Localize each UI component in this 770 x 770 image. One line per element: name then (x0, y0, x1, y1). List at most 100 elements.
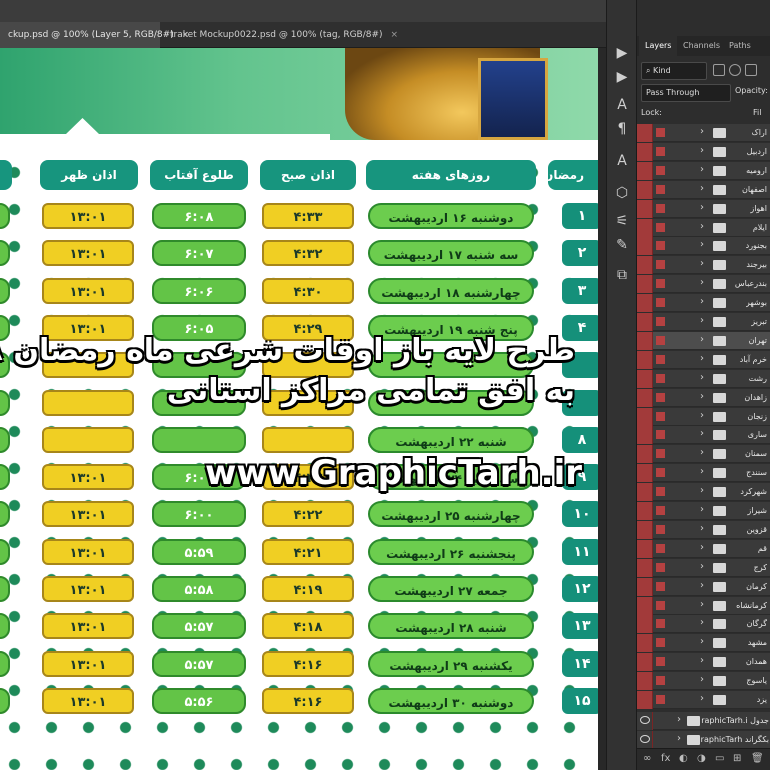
chevron-right-icon[interactable]: › (700, 447, 704, 458)
layer-row[interactable]: › مشهد (637, 634, 770, 653)
chevron-right-icon[interactable]: › (700, 410, 704, 421)
layer-row[interactable]: › ساری (637, 426, 770, 445)
visibility-toggle[interactable] (637, 275, 653, 294)
filter-type-icon[interactable] (745, 64, 757, 76)
document-canvas[interactable]: غر اذان ظهر طلوع آفتاب اذان صبح روزهای ه… (0, 48, 598, 770)
trash-icon[interactable]: 🗑 (751, 753, 764, 764)
visibility-toggle[interactable] (637, 218, 653, 237)
visibility-toggle[interactable] (637, 294, 653, 313)
paragraph-icon[interactable]: ¶ (613, 120, 631, 138)
visibility-toggle[interactable] (637, 256, 653, 275)
chevron-right-icon[interactable]: › (700, 277, 704, 288)
tab-traket-mockup[interactable]: traket Mockup0022.psd @ 100% (tag, RGB/8… (162, 22, 398, 48)
layer-row[interactable]: › گرگان (637, 615, 770, 634)
layer-row[interactable]: › ارومیه (637, 161, 770, 180)
tab-layers[interactable]: Layers (639, 36, 678, 56)
layer-row[interactable]: › کرمانشاه (637, 596, 770, 615)
chevron-right-icon[interactable]: › (700, 485, 704, 496)
filter-adjustment-icon[interactable] (729, 64, 741, 76)
chevron-right-icon[interactable]: › (700, 315, 704, 326)
visibility-toggle[interactable] (637, 615, 653, 634)
layer-row[interactable]: › اراک (637, 124, 770, 142)
layer-row[interactable]: › بیرجند (637, 256, 770, 275)
chevron-right-icon[interactable]: › (700, 221, 704, 232)
chevron-right-icon[interactable]: › (700, 239, 704, 250)
chevron-right-icon[interactable]: › (700, 542, 704, 553)
visibility-toggle[interactable] (637, 369, 653, 388)
visibility-toggle[interactable] (637, 502, 653, 520)
visibility-toggle[interactable] (637, 331, 653, 350)
visibility-toggle[interactable] (637, 180, 653, 199)
blend-mode-select[interactable]: Pass Through (641, 84, 731, 102)
expand-arrow-icon[interactable]: ▶ (613, 44, 631, 62)
chevron-right-icon[interactable]: › (700, 617, 704, 628)
visibility-toggle[interactable] (637, 199, 653, 218)
visibility-toggle[interactable] (637, 634, 653, 653)
chevron-right-icon[interactable]: › (700, 655, 704, 666)
visibility-toggle[interactable] (637, 124, 653, 142)
layer-row[interactable]: › بندرعباس (637, 275, 770, 294)
visibility-toggle[interactable] (637, 426, 653, 445)
adjustment-icon[interactable]: ◑ (697, 753, 706, 764)
visibility-toggle[interactable] (637, 712, 653, 730)
layer-row[interactable]: › تبریز (637, 313, 770, 331)
brush-icon[interactable]: ✎ (613, 236, 631, 254)
visibility-toggle[interactable] (637, 161, 653, 180)
layer-row[interactable]: › خرم آباد (637, 350, 770, 369)
layer-row[interactable]: › همدان (637, 653, 770, 672)
chevron-right-icon[interactable]: › (700, 372, 704, 383)
visibility-toggle[interactable] (637, 313, 653, 331)
group-icon[interactable]: ▭ (715, 753, 724, 764)
link-icon[interactable]: ∞ (643, 753, 651, 764)
visibility-toggle[interactable] (637, 142, 653, 161)
chevron-right-icon[interactable]: › (700, 561, 704, 572)
chevron-right-icon[interactable]: › (700, 183, 704, 194)
layer-row[interactable]: › یزد (637, 691, 770, 709)
visibility-toggle[interactable] (637, 653, 653, 672)
chevron-right-icon[interactable]: › (700, 466, 704, 477)
layer-row[interactable]: › زنجان (637, 407, 770, 426)
layer-row[interactable]: › یاسوج (637, 672, 770, 691)
visibility-toggle[interactable] (637, 596, 653, 615)
close-icon[interactable]: × (391, 30, 399, 40)
chevron-right-icon[interactable]: › (700, 202, 704, 213)
adjust-icon[interactable]: ⚟ (613, 212, 631, 230)
chevron-right-icon[interactable]: › (700, 391, 704, 402)
cube-icon[interactable]: ⬡ (613, 184, 631, 202)
layer-row[interactable]: › سنندج (637, 464, 770, 483)
new-layer-icon[interactable]: ⊞ (733, 753, 741, 764)
layer-row[interactable]: › بکگراند GraphicTarh (637, 731, 770, 749)
layer-row[interactable]: › زاهدان (637, 388, 770, 407)
chevron-right-icon[interactable]: › (700, 126, 704, 137)
layer-row[interactable]: › کرج (637, 558, 770, 577)
chevron-right-icon[interactable]: › (700, 599, 704, 610)
tab-channels[interactable]: Channels (683, 36, 720, 56)
layer-row[interactable]: › اصفهان (637, 180, 770, 199)
fx-icon[interactable]: fx (661, 753, 670, 764)
visibility-toggle[interactable] (637, 464, 653, 483)
mask-icon[interactable]: ◐ (679, 753, 688, 764)
visibility-toggle[interactable] (637, 731, 653, 749)
layer-row[interactable]: › تهران (637, 331, 770, 350)
chevron-right-icon[interactable]: › (700, 674, 704, 685)
visibility-toggle[interactable] (637, 691, 653, 709)
chevron-right-icon[interactable]: › (700, 693, 704, 704)
layer-row[interactable]: › بوشهر (637, 294, 770, 313)
chevron-right-icon[interactable]: › (677, 733, 681, 744)
visibility-toggle[interactable] (637, 483, 653, 502)
character-icon[interactable]: A (613, 96, 631, 114)
layer-row[interactable]: › رشت (637, 369, 770, 388)
visibility-toggle[interactable] (637, 350, 653, 369)
visibility-toggle[interactable] (637, 520, 653, 539)
layer-row[interactable]: › قزوین (637, 520, 770, 539)
layer-row[interactable]: › اردبیل (637, 142, 770, 161)
chevron-right-icon[interactable]: › (700, 580, 704, 591)
chevron-right-icon[interactable]: › (700, 145, 704, 156)
layer-row[interactable]: › بجنورد (637, 237, 770, 256)
layer-row[interactable]: › ایلام (637, 218, 770, 237)
layer-row[interactable]: › شیراز (637, 502, 770, 520)
layer-row[interactable]: › اهواز (637, 199, 770, 218)
chevron-right-icon[interactable]: › (700, 428, 704, 439)
chevron-right-icon[interactable]: › (700, 636, 704, 647)
visibility-toggle[interactable] (637, 237, 653, 256)
